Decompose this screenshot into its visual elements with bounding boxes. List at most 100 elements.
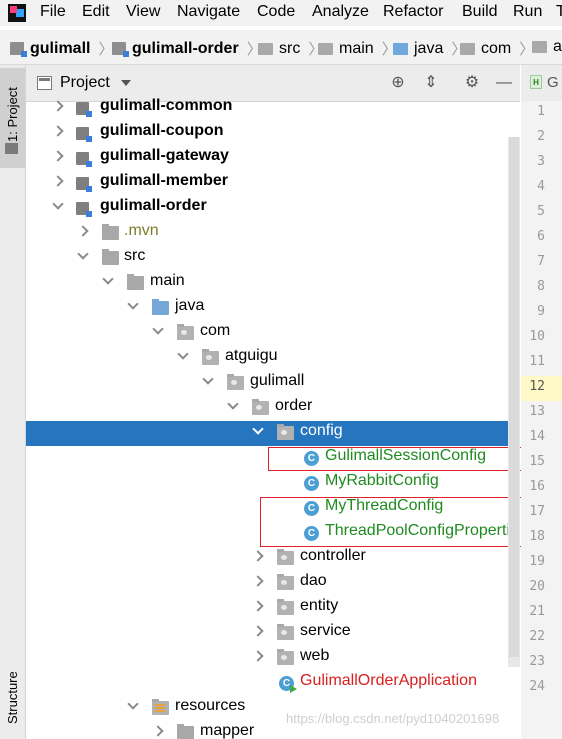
menu-run[interactable]: Run [513, 3, 542, 21]
breadcrumb-atguigu[interactable]: at [532, 38, 562, 56]
tree-item-module[interactable]: gulimall-gateway [26, 146, 520, 171]
project-view-title[interactable]: Project [60, 74, 110, 92]
line-number: 19 [529, 554, 545, 569]
chevron-down-icon[interactable] [127, 298, 139, 310]
menu-tools[interactable]: T [556, 3, 562, 21]
tree-item-package[interactable]: atguigu [26, 346, 520, 371]
chevron-down-icon[interactable] [227, 398, 239, 410]
editor-tab-label[interactable]: G [547, 74, 559, 91]
chevron-right-icon[interactable] [77, 225, 89, 237]
module-icon [76, 177, 92, 192]
module-icon [76, 102, 92, 117]
menu-navigate[interactable]: Navigate [177, 3, 240, 21]
package-icon [532, 41, 547, 53]
tree-item-folder[interactable]: main [26, 271, 520, 296]
locate-file-icon[interactable]: ⊕ [388, 73, 408, 93]
module-icon [76, 202, 92, 217]
tree-item-package[interactable]: web [26, 646, 520, 671]
resources-folder-icon [152, 699, 169, 715]
tree-item-package[interactable]: dao [26, 571, 520, 596]
structure-tool-tab[interactable]: Structure [5, 671, 20, 724]
chevron-down-icon[interactable] [77, 248, 89, 260]
breadcrumb-gulimall-order[interactable]: gulimall-order 〉 [112, 38, 262, 59]
chevron-down-icon[interactable] [127, 698, 139, 710]
tree-item-package[interactable]: entity [26, 596, 520, 621]
tree-item-module[interactable]: gulimall-member [26, 171, 520, 196]
chevron-down-icon[interactable] [252, 423, 264, 435]
chevron-right-icon[interactable] [52, 100, 64, 112]
chevron-down-icon[interactable] [152, 323, 164, 335]
tree-scrollbar[interactable] [508, 137, 520, 667]
line-number: 10 [529, 329, 545, 344]
line-number: 3 [537, 154, 545, 169]
chevron-right-icon[interactable] [252, 575, 264, 587]
package-icon [277, 424, 294, 440]
module-icon [76, 152, 92, 167]
scrollbar-thumb[interactable] [509, 137, 519, 657]
menu-code[interactable]: Code [257, 3, 295, 21]
tree-item-source-folder[interactable]: java [26, 296, 520, 321]
breadcrumb-main[interactable]: main 〉 [318, 38, 397, 59]
breadcrumb-java[interactable]: java 〉 [393, 38, 466, 59]
tree-item-package[interactable]: service [26, 621, 520, 646]
line-number: 18 [529, 529, 545, 544]
line-number: 23 [529, 654, 545, 669]
chevron-right-icon[interactable] [152, 725, 164, 737]
tree-item-package[interactable]: order [26, 396, 520, 421]
menu-analyze[interactable]: Analyze [312, 3, 369, 21]
tree-item-folder[interactable]: .mvn [26, 221, 520, 246]
package-icon [227, 374, 244, 390]
package-icon [460, 42, 475, 55]
tree-item-class[interactable]: C MyRabbitConfig [26, 471, 520, 496]
line-number: 1 [537, 104, 545, 119]
collapse-all-icon[interactable]: ⇕ [421, 73, 441, 93]
breadcrumb-com[interactable]: com 〉 [460, 38, 534, 59]
chevron-down-icon[interactable] [52, 198, 64, 210]
watermark: https://blog.csdn.net/pyd1040201698 [286, 711, 500, 726]
chevron-right-icon[interactable] [52, 125, 64, 137]
editor-tab[interactable]: H [530, 75, 542, 89]
chevron-down-icon[interactable] [121, 80, 131, 86]
folder-icon [258, 42, 273, 55]
line-number: 22 [529, 629, 545, 644]
tree-item-package-selected[interactable]: config [26, 421, 520, 446]
module-icon [76, 127, 92, 142]
gear-icon[interactable]: ⚙ [462, 73, 482, 93]
chevron-down-icon[interactable] [102, 273, 114, 285]
line-number: 15 [529, 454, 545, 469]
chevron-right-icon[interactable] [52, 175, 64, 187]
chevron-right-icon[interactable] [52, 150, 64, 162]
menu-refactor[interactable]: Refactor [383, 3, 443, 21]
tree-item-module[interactable]: gulimall-order [26, 196, 520, 221]
line-number: 13 [529, 404, 545, 419]
menu-file[interactable]: File [40, 3, 66, 21]
breadcrumb-gulimall[interactable]: gulimall 〉 [10, 38, 113, 59]
folder-icon [102, 249, 119, 265]
menu-edit[interactable]: Edit [82, 3, 110, 21]
tree-item-package[interactable]: gulimall [26, 371, 520, 396]
folder-icon [102, 224, 119, 240]
menu-build[interactable]: Build [462, 3, 498, 21]
tree-item-app-class[interactable]: C GulimallOrderApplication [26, 671, 520, 696]
tree-item-module[interactable]: gulimall-common [26, 96, 520, 121]
chevron-right-icon[interactable] [252, 550, 264, 562]
tree-item-folder[interactable]: src [26, 246, 520, 271]
class-icon: C [304, 476, 319, 491]
tree-item-package[interactable]: com [26, 321, 520, 346]
package-icon [177, 324, 194, 340]
chevron-right-icon[interactable] [252, 650, 264, 662]
folder-icon [127, 274, 144, 290]
line-number: 20 [529, 579, 545, 594]
line-number: 8 [537, 279, 545, 294]
tree-item-package[interactable]: controller [26, 546, 520, 571]
chevron-down-icon[interactable] [177, 348, 189, 360]
chevron-right-icon[interactable] [252, 600, 264, 612]
breadcrumb-src[interactable]: src 〉 [258, 38, 323, 59]
chevron-right-icon[interactable] [252, 625, 264, 637]
hide-panel-icon[interactable]: — [494, 73, 514, 93]
menu-view[interactable]: View [126, 3, 160, 21]
project-tree: gulimall-common gulimall-coupon gulimall… [26, 96, 520, 739]
intellij-logo-icon [8, 4, 26, 22]
tree-item-module[interactable]: gulimall-coupon [26, 121, 520, 146]
chevron-down-icon[interactable] [202, 373, 214, 385]
